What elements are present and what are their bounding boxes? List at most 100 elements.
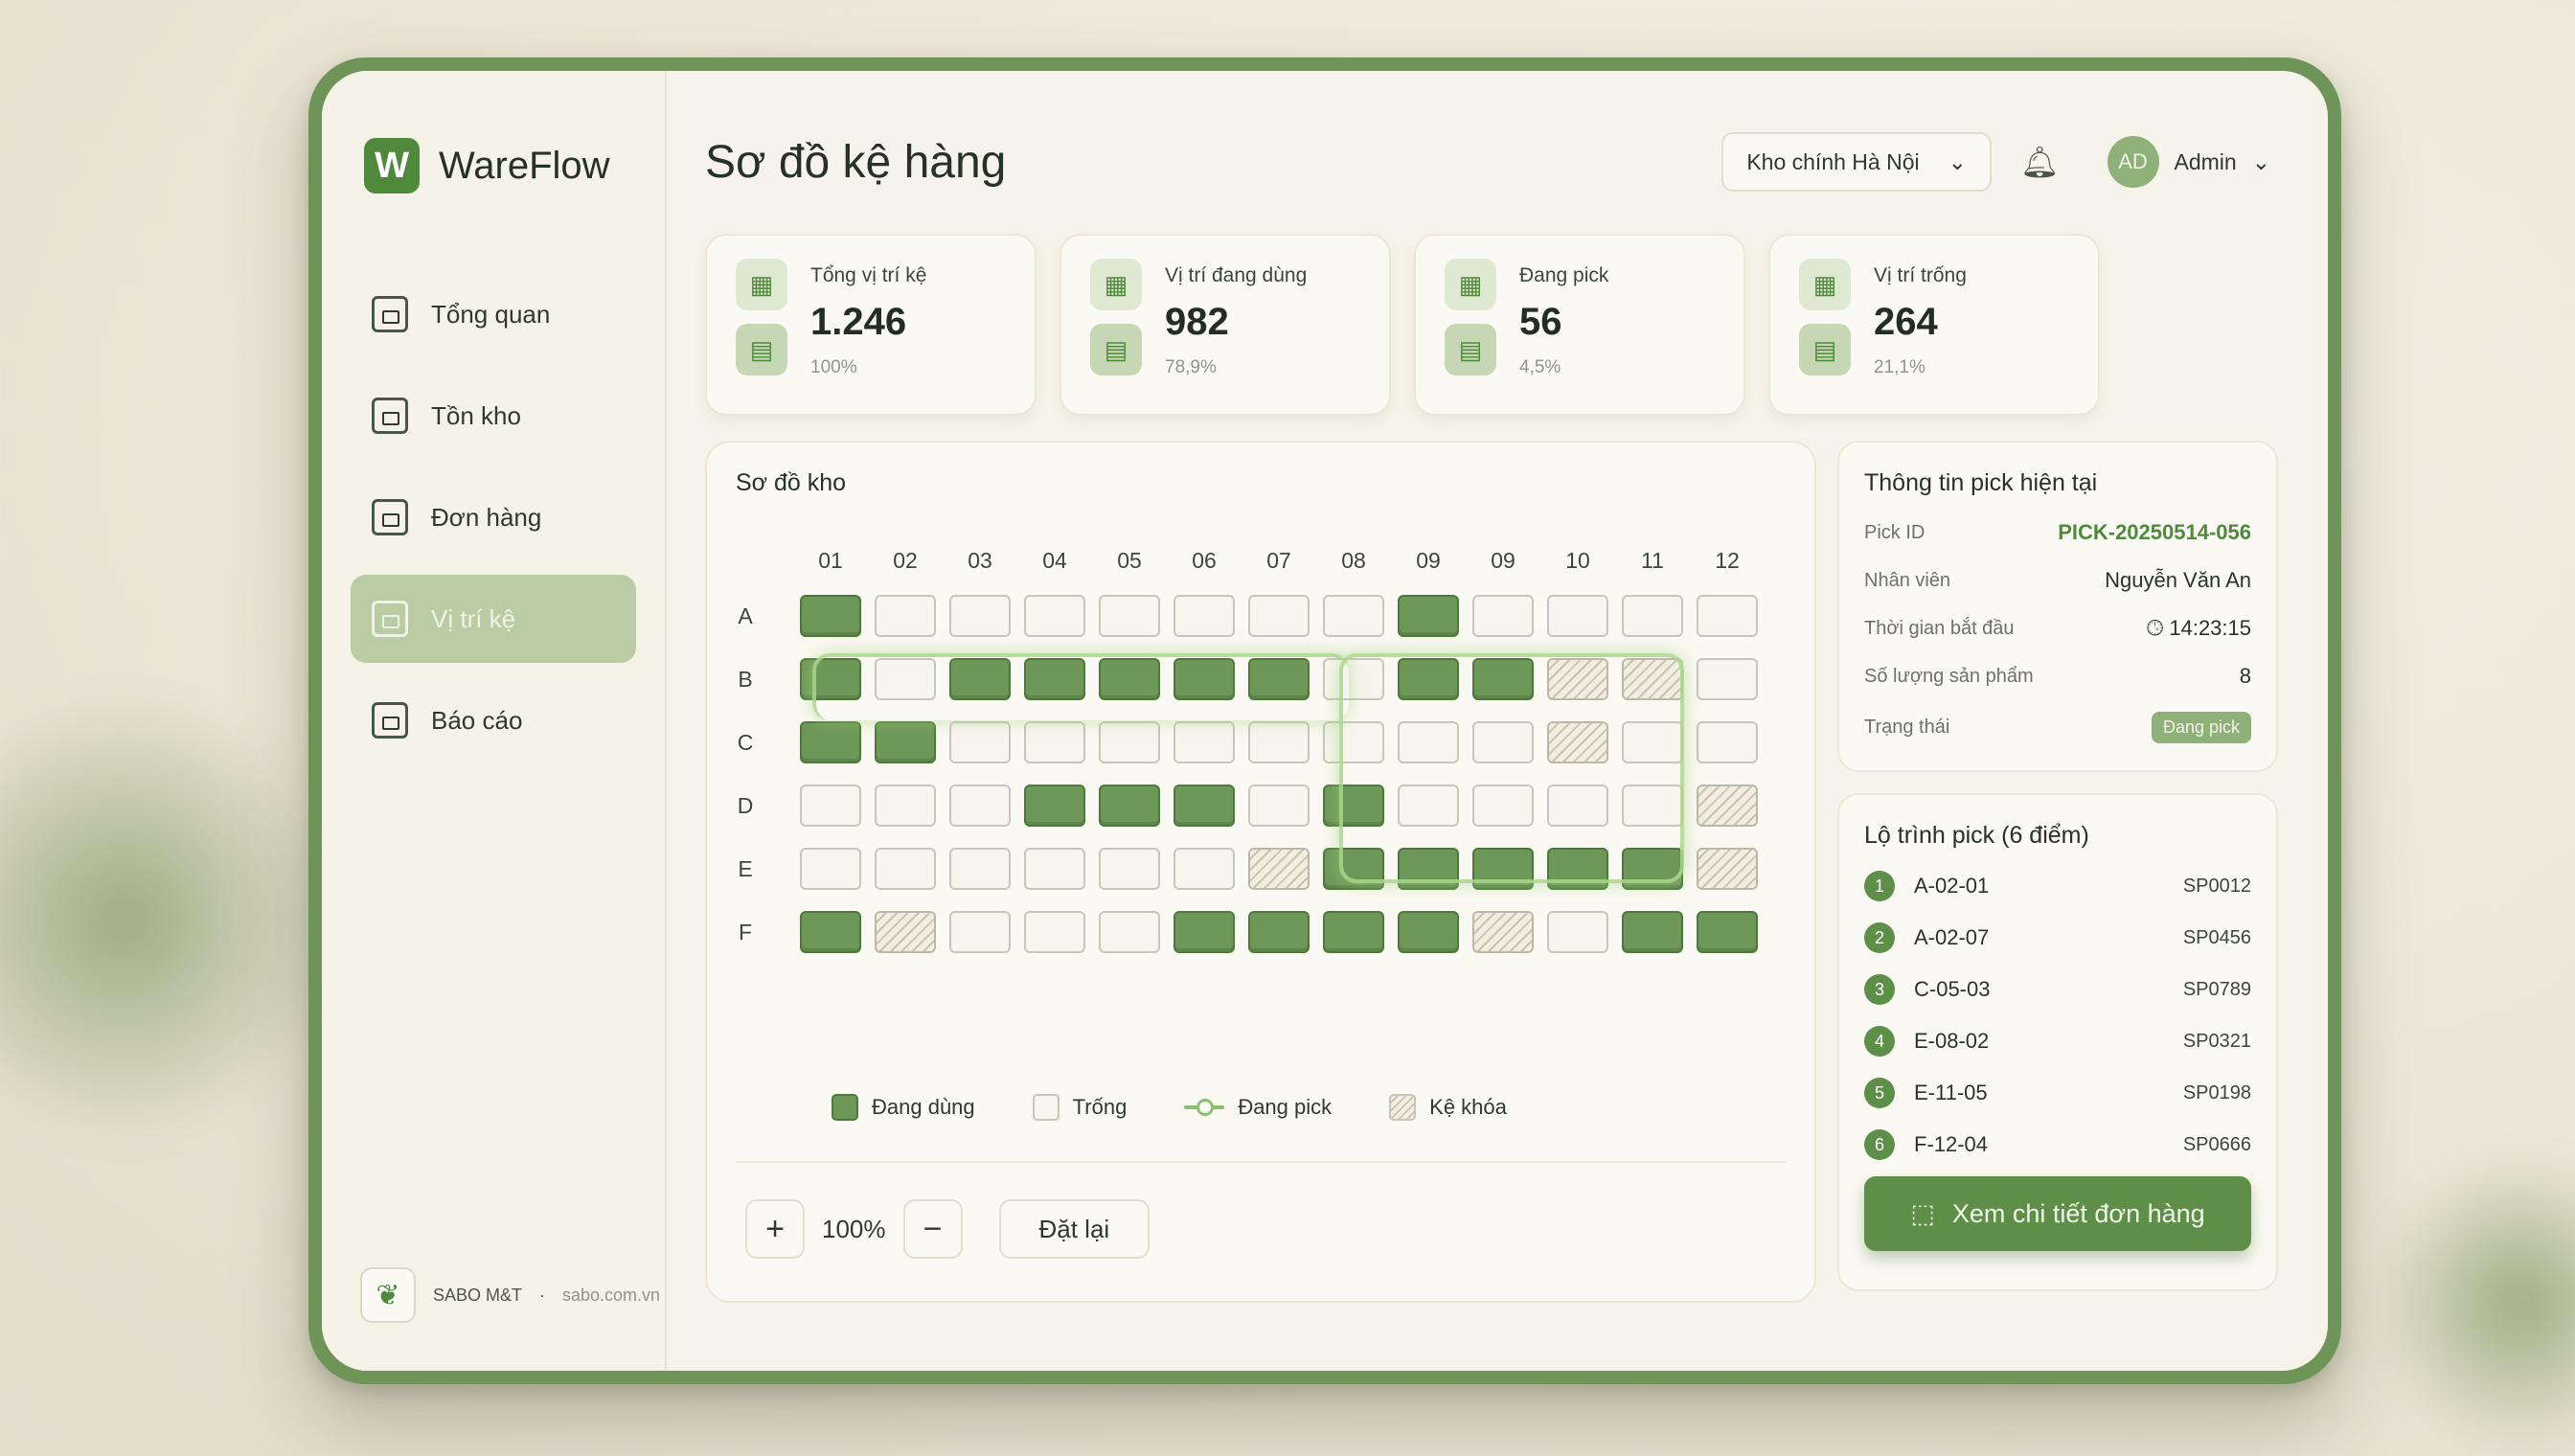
shelf-cell[interactable] (1099, 785, 1160, 827)
shelf-cell[interactable] (875, 848, 936, 890)
shelf-cell[interactable] (1099, 721, 1160, 763)
shelf-cell[interactable] (1248, 595, 1310, 637)
shelf-cell[interactable] (1472, 785, 1534, 827)
stat-card[interactable]: ▦ ▤ Tổng vị trí kệ 1.246 100% (705, 234, 1037, 416)
shelf-cell[interactable] (1398, 911, 1459, 953)
shelf-cell[interactable] (1398, 785, 1459, 827)
shelf-cell[interactable] (1099, 658, 1160, 700)
shelf-cell[interactable] (1248, 658, 1310, 700)
zoom-out-button[interactable]: − (902, 1199, 963, 1259)
shelf-cell[interactable] (1024, 785, 1085, 827)
shelf-cell[interactable] (1174, 911, 1235, 953)
user-menu[interactable]: AD Admin ⌄ (2107, 136, 2270, 188)
shelf-cell[interactable] (1248, 911, 1310, 953)
shelf-cell[interactable] (1174, 848, 1235, 890)
shelf-cell[interactable] (1323, 658, 1384, 700)
stat-card[interactable]: ▦ ▤ Vị trí đang dùng 982 78,9% (1060, 234, 1391, 416)
shelf-cell[interactable] (1174, 785, 1235, 827)
shelf-cell[interactable] (1697, 721, 1758, 763)
stat-card[interactable]: ▦ ▤ Vị trí trống 264 21,1% (1768, 234, 2100, 416)
shelf-cell[interactable] (1323, 595, 1384, 637)
shelf-cell[interactable] (1174, 595, 1235, 637)
shelf-cell[interactable] (1622, 785, 1683, 827)
view-order-detail-button[interactable]: ⬚ Xem chi tiết đơn hàng (1864, 1176, 2251, 1251)
shelf-cell[interactable] (1622, 911, 1683, 953)
bell-icon[interactable]: 🔔︎ (2020, 144, 2060, 180)
shelf-cell[interactable] (1024, 911, 1085, 953)
zoom-in-button[interactable]: + (745, 1199, 805, 1259)
shelf-cell[interactable] (1174, 658, 1235, 700)
shelf-cell[interactable] (1697, 595, 1758, 637)
shelf-cell[interactable] (1547, 658, 1608, 700)
shelf-cell[interactable] (1248, 848, 1310, 890)
warehouse-select[interactable]: Kho chính Hà Nội ⌄ (1721, 132, 1992, 192)
shelf-cell[interactable] (949, 721, 1011, 763)
shelf-cell[interactable] (949, 785, 1011, 827)
shelf-cell[interactable] (1622, 595, 1683, 637)
route-item[interactable]: 2 A-02-07 SP0456 (1864, 922, 2251, 953)
sidebar-item-3[interactable]: Vị trí kệ (351, 575, 636, 663)
route-item[interactable]: 4 E-08-02 SP0321 (1864, 1026, 2251, 1057)
shelf-cell[interactable] (800, 785, 861, 827)
shelf-cell[interactable] (1323, 848, 1384, 890)
shelf-cell[interactable] (1099, 595, 1160, 637)
shelf-cell[interactable] (800, 721, 861, 763)
shelf-cell[interactable] (1024, 658, 1085, 700)
shelf-cell[interactable] (1472, 848, 1534, 890)
stat-card[interactable]: ▦ ▤ Đang pick 56 4,5% (1414, 234, 1745, 416)
shelf-cell[interactable] (1099, 848, 1160, 890)
shelf-cell[interactable] (1024, 721, 1085, 763)
shelf-cell[interactable] (1248, 721, 1310, 763)
sidebar-item-2[interactable]: Đơn hàng (351, 473, 636, 561)
shelf-cell[interactable] (1622, 848, 1683, 890)
shelf-cell[interactable] (1697, 848, 1758, 890)
shelf-cell[interactable] (1472, 595, 1534, 637)
shelf-cell[interactable] (1547, 785, 1608, 827)
shelf-cell[interactable] (875, 721, 936, 763)
shelf-cell[interactable] (1398, 658, 1459, 700)
shelf-cell[interactable] (800, 658, 861, 700)
pick-id-value[interactable]: PICK-20250514-056 (2058, 520, 2251, 545)
sidebar-item-4[interactable]: Báo cáo (351, 676, 636, 764)
shelf-cell[interactable] (949, 595, 1011, 637)
shelf-cell[interactable] (875, 595, 936, 637)
shelf-cell[interactable] (800, 848, 861, 890)
shelf-cell[interactable] (1697, 911, 1758, 953)
shelf-cell[interactable] (949, 911, 1011, 953)
shelf-cell[interactable] (1174, 721, 1235, 763)
shelf-cell[interactable] (1323, 911, 1384, 953)
sidebar-item-0[interactable]: Tổng quan (351, 270, 636, 358)
shelf-cell[interactable] (1323, 721, 1384, 763)
footer-domain[interactable]: sabo.com.vn (562, 1285, 660, 1306)
shelf-cell[interactable] (800, 595, 861, 637)
route-item[interactable]: 6 F-12-04 SP0666 (1864, 1129, 2251, 1160)
shelf-cell[interactable] (1472, 658, 1534, 700)
shelf-cell[interactable] (1622, 721, 1683, 763)
shelf-cell[interactable] (1398, 721, 1459, 763)
shelf-cell[interactable] (875, 658, 936, 700)
shelf-cell[interactable] (949, 848, 1011, 890)
shelf-cell[interactable] (1398, 595, 1459, 637)
brand[interactable]: W WareFlow (364, 138, 636, 193)
shelf-cell[interactable] (1547, 848, 1608, 890)
shelf-cell[interactable] (1472, 721, 1534, 763)
route-item[interactable]: 3 C-05-03 SP0789 (1864, 974, 2251, 1005)
shelf-cell[interactable] (1547, 911, 1608, 953)
shelf-cell[interactable] (875, 785, 936, 827)
shelf-cell[interactable] (949, 658, 1011, 700)
shelf-cell[interactable] (1622, 658, 1683, 700)
shelf-cell[interactable] (800, 911, 861, 953)
route-item[interactable]: 5 E-11-05 SP0198 (1864, 1078, 2251, 1108)
sidebar-item-1[interactable]: Tồn kho (351, 372, 636, 460)
shelf-cell[interactable] (1697, 658, 1758, 700)
shelf-cell[interactable] (1398, 848, 1459, 890)
shelf-cell[interactable] (1547, 721, 1608, 763)
shelf-cell[interactable] (1323, 785, 1384, 827)
shelf-cell[interactable] (1099, 911, 1160, 953)
shelf-cell[interactable] (1547, 595, 1608, 637)
shelf-cell[interactable] (1472, 911, 1534, 953)
shelf-cell[interactable] (1024, 595, 1085, 637)
shelf-cell[interactable] (1024, 848, 1085, 890)
shelf-cell[interactable] (1697, 785, 1758, 827)
shelf-cell[interactable] (875, 911, 936, 953)
